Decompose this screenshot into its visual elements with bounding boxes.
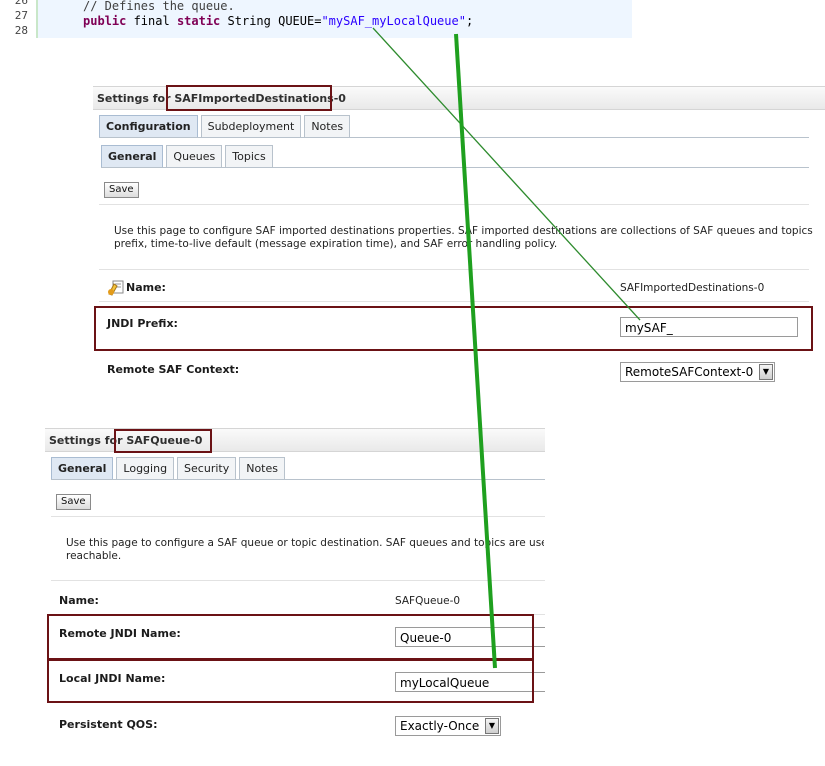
code-text: final: [126, 14, 177, 28]
dropdown-arrow-icon[interactable]: ▼: [485, 718, 499, 734]
persistent-qos-select[interactable]: Exactly-Once ▼: [395, 716, 501, 736]
subtab-queues[interactable]: Queues: [166, 145, 223, 168]
subtab-general[interactable]: General: [101, 145, 164, 168]
divider: [99, 301, 809, 302]
tab-configuration[interactable]: Configuration: [99, 115, 198, 138]
divider: [99, 204, 809, 205]
tab-subdeployment[interactable]: Subdeployment: [200, 115, 302, 138]
tab-notes[interactable]: Notes: [239, 457, 285, 480]
highlight-imported-title: [166, 85, 332, 111]
highlight-jndi-prefix: [94, 306, 813, 351]
info-edit-icon: [108, 280, 124, 296]
name-value: SAFImportedDestinations-0: [620, 282, 765, 294]
code-text: String QUEUE=: [220, 14, 322, 28]
divider: [51, 516, 545, 517]
remote-saf-context-select[interactable]: RemoteSAFContext-0 ▼: [620, 362, 775, 382]
tab-divider: [51, 479, 545, 480]
code-keyword: public: [83, 14, 127, 28]
description-line: Use this page to configure a SAF queue o…: [66, 537, 544, 549]
sub-tabs: General Queues Topics: [101, 145, 276, 168]
description-line: reachable.: [66, 550, 122, 562]
highlight-local-jndi: [47, 659, 534, 703]
tab-divider: [99, 137, 809, 138]
name-label: Name:: [126, 281, 166, 294]
line-number: 28: [14, 24, 28, 37]
code-string: "mySAF_myLocalQueue": [321, 14, 466, 28]
queue-tabs: General Logging Security Notes: [51, 457, 288, 480]
save-button[interactable]: Save: [104, 182, 139, 198]
divider: [99, 269, 809, 270]
name-value: SAFQueue-0: [395, 595, 461, 607]
line-number: 27: [14, 9, 28, 22]
description-line: prefix, time-to-live default (message ex…: [114, 238, 558, 250]
divider: [51, 580, 545, 581]
remote-saf-context-label: Remote SAF Context:: [107, 363, 240, 376]
code-snippet: 26 27 28 // Defines the queue. public fi…: [0, 0, 632, 38]
persistent-qos-label: Persistent QOS:: [59, 718, 158, 731]
code-comment: // Defines the queue.: [83, 0, 235, 13]
name-label: Name:: [59, 594, 99, 607]
tab-notes[interactable]: Notes: [304, 115, 351, 138]
highlight-queue-title: [114, 429, 212, 453]
code-text: ;: [465, 14, 474, 28]
subtab-topics[interactable]: Topics: [225, 145, 273, 168]
dropdown-arrow-icon[interactable]: ▼: [759, 364, 773, 380]
subtab-divider: [101, 167, 809, 168]
tab-security[interactable]: Security: [177, 457, 237, 480]
description-line: Use this page to configure SAF imported …: [114, 225, 814, 237]
config-tabs: Configuration Subdeployment Notes: [99, 115, 353, 138]
tab-general[interactable]: General: [51, 457, 114, 480]
line-number: 26: [14, 0, 28, 7]
save-button[interactable]: Save: [56, 494, 91, 510]
highlight-remote-jndi: [47, 614, 534, 660]
tab-logging[interactable]: Logging: [116, 457, 175, 480]
code-keyword: static: [176, 14, 221, 28]
code-line-queue: public final static String QUEUE="mySAF_…: [83, 14, 473, 28]
